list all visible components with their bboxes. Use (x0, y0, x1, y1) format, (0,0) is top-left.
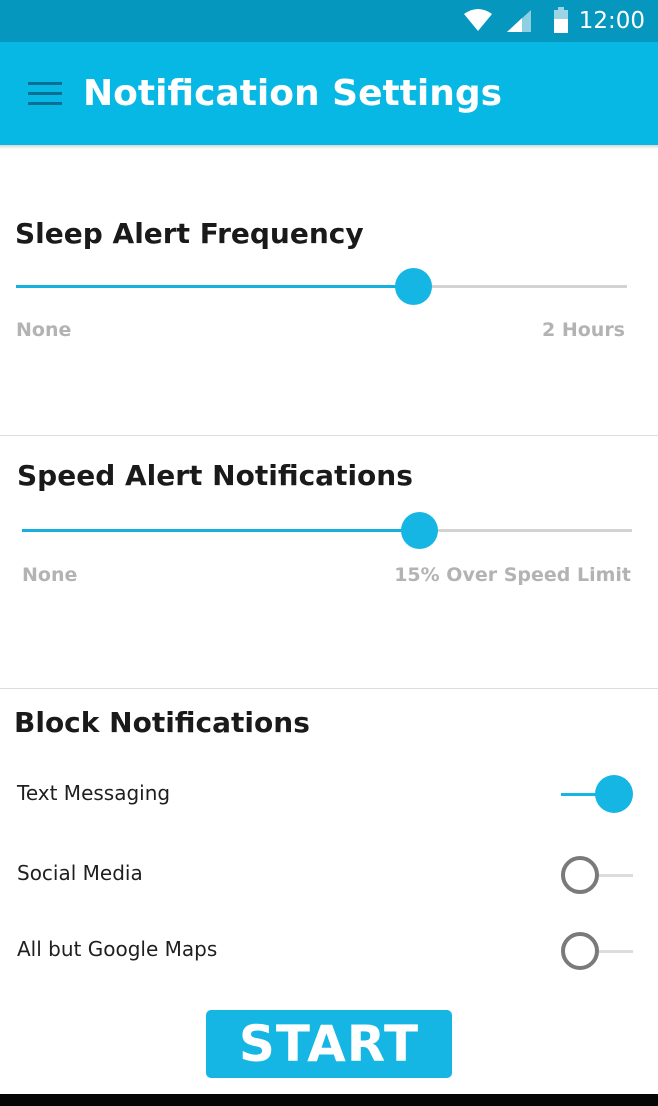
speed-alert-slider[interactable] (22, 512, 632, 549)
toggle-knob (595, 775, 633, 813)
speed-alert-max-label: 15% Over Speed Limit (394, 564, 631, 586)
signal-icon (507, 10, 531, 32)
divider (0, 435, 658, 436)
toggle-knob (561, 932, 599, 970)
social-media-toggle[interactable] (561, 855, 633, 895)
sleep-alert-min-label: None (16, 319, 72, 341)
sleep-alert-max-label: 2 Hours (542, 319, 625, 341)
hamburger-menu-icon[interactable] (28, 82, 62, 106)
sleep-alert-slider[interactable] (16, 268, 627, 305)
app-bar-shadow (0, 145, 658, 149)
all-but-google-maps-label: All but Google Maps (17, 937, 218, 961)
divider (0, 688, 658, 689)
start-button[interactable]: START (206, 1010, 452, 1078)
battery-icon (554, 7, 568, 33)
sleep-alert-slider-thumb[interactable] (395, 268, 433, 305)
text-messaging-toggle[interactable] (561, 774, 633, 814)
social-media-label: Social Media (17, 861, 143, 885)
system-nav-bar (0, 1094, 658, 1106)
status-time: 12:00 (578, 8, 645, 34)
text-messaging-label: Text Messaging (17, 781, 171, 805)
all-but-google-maps-toggle[interactable] (561, 931, 633, 971)
sleep-alert-title: Sleep Alert Frequency (15, 217, 364, 250)
speed-alert-min-label: None (22, 564, 78, 586)
speed-alert-title: Speed Alert Notifications (17, 459, 413, 492)
speed-alert-slider-fill (22, 529, 419, 532)
page-title: Notification Settings (83, 73, 503, 114)
speed-alert-slider-thumb[interactable] (400, 512, 438, 549)
block-notifications-title: Block Notifications (14, 706, 310, 739)
sleep-alert-slider-fill (16, 285, 414, 288)
app-bar: Notification Settings (0, 42, 658, 145)
wifi-icon (464, 9, 492, 31)
toggle-knob (561, 856, 599, 894)
status-bar: 12:00 (0, 0, 658, 42)
